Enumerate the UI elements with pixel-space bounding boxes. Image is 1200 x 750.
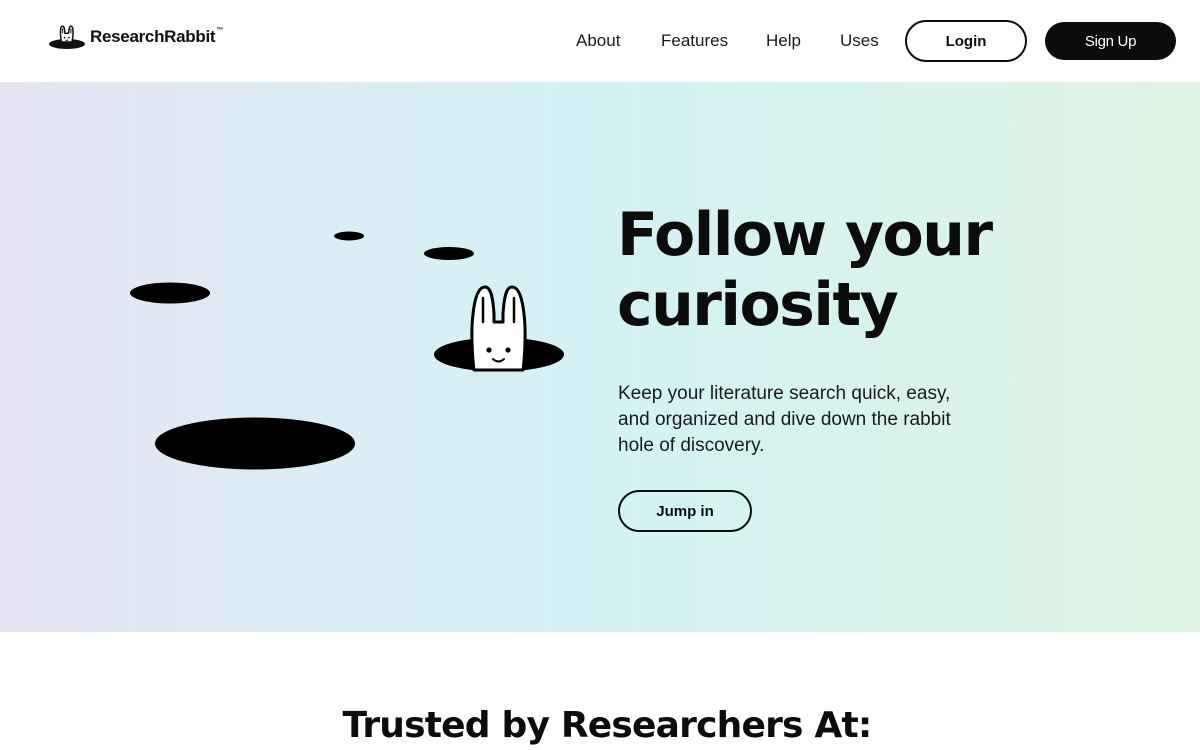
nav-link-features[interactable]: Features [661, 30, 728, 52]
rabbit-hole-shape [334, 231, 364, 241]
trademark-symbol: ™ [216, 26, 224, 34]
nav-link-uses[interactable]: Uses [840, 30, 879, 52]
rabbit-holes-illustration [130, 231, 564, 470]
site-header: ResearchRabbit ™ About Features Help Use… [0, 0, 1200, 82]
rabbit-peeking-from-hole-icon [470, 285, 527, 372]
hero-section: Follow your curiosity Keep your literatu… [0, 82, 1200, 632]
jump-in-button[interactable]: Jump in [618, 490, 752, 532]
trusted-heading: Trusted by Researchers At: [342, 705, 873, 746]
rabbit-hole-shape [155, 417, 355, 470]
rabbit-in-hole-icon [49, 25, 85, 49]
trusted-section: Trusted by Researchers At: [0, 632, 1200, 750]
login-button[interactable]: Login [905, 20, 1027, 62]
rabbit-hole-shape [130, 282, 210, 304]
signup-button[interactable]: Sign Up [1045, 22, 1176, 60]
brand-logo[interactable]: ResearchRabbit ™ [48, 22, 223, 52]
hero-subtext: Keep your literature search quick, easy,… [618, 383, 951, 456]
rabbit-hole-shape [424, 247, 474, 260]
nav-link-about[interactable]: About [576, 30, 620, 52]
hero-headline: Follow your curiosity [617, 200, 993, 340]
nav-link-help[interactable]: Help [766, 30, 801, 52]
brand-name: ResearchRabbit [90, 27, 216, 46]
